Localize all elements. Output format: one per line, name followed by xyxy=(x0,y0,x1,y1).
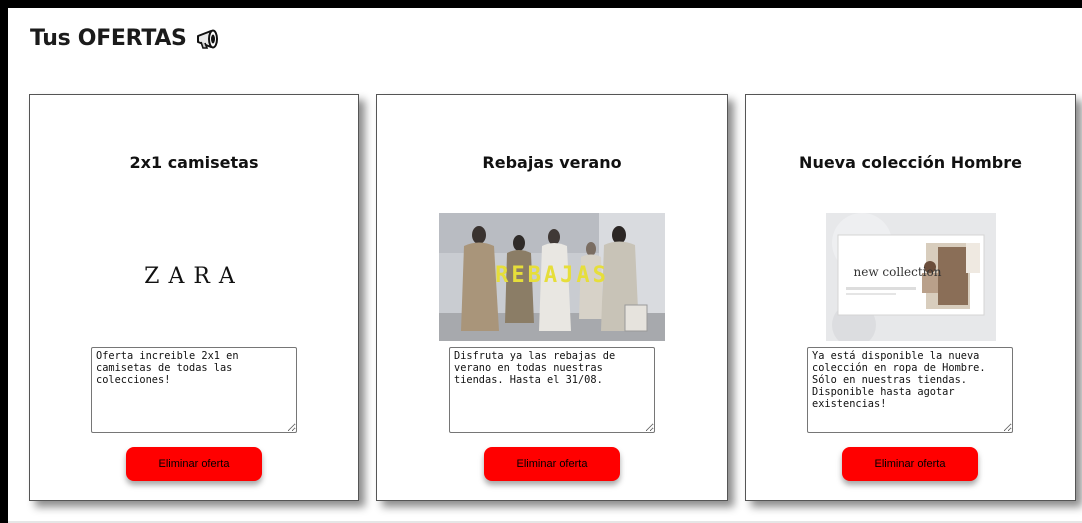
offer-description[interactable]: Ya está disponible la nueva colección en… xyxy=(807,347,1013,433)
offer-card: Nueva colección Hombre new collection Ya… xyxy=(745,94,1076,501)
new-collection-overlay-text: new collection xyxy=(853,265,942,279)
delete-offer-button[interactable]: Eliminar oferta xyxy=(126,447,262,481)
delete-offer-button[interactable]: Eliminar oferta xyxy=(484,447,620,481)
offer-title: Nueva colección Hombre xyxy=(799,153,1022,172)
offer-image-new-collection: new collection xyxy=(825,213,996,341)
page-title: Tus OFERTAS xyxy=(30,26,225,51)
offer-description[interactable]: Oferta increible 2x1 en camisetas de tod… xyxy=(91,347,297,433)
offer-card: 2x1 camisetas ZARA Oferta increible 2x1 … xyxy=(29,94,359,501)
offers-panel: Tus OFERTAS 2x1 camisetas ZARA Oferta in… xyxy=(8,8,1082,523)
rebajas-overlay-text: REBAJAS xyxy=(495,263,609,288)
offer-title: Rebajas verano xyxy=(482,153,622,172)
delete-offer-button[interactable]: Eliminar oferta xyxy=(842,447,978,481)
megaphone-icon xyxy=(196,29,218,49)
offer-image-zara-logo: ZARA xyxy=(144,264,244,289)
offer-card: Rebajas verano REBAJAS Disfruta ya las r… xyxy=(376,94,728,501)
offer-title: 2x1 camisetas xyxy=(129,153,259,172)
offer-image-rebajas: REBAJAS xyxy=(439,213,665,341)
page-title-text: Tus OFERTAS xyxy=(30,26,187,51)
offer-description[interactable]: Disfruta ya las rebajas de verano en tod… xyxy=(449,347,655,433)
